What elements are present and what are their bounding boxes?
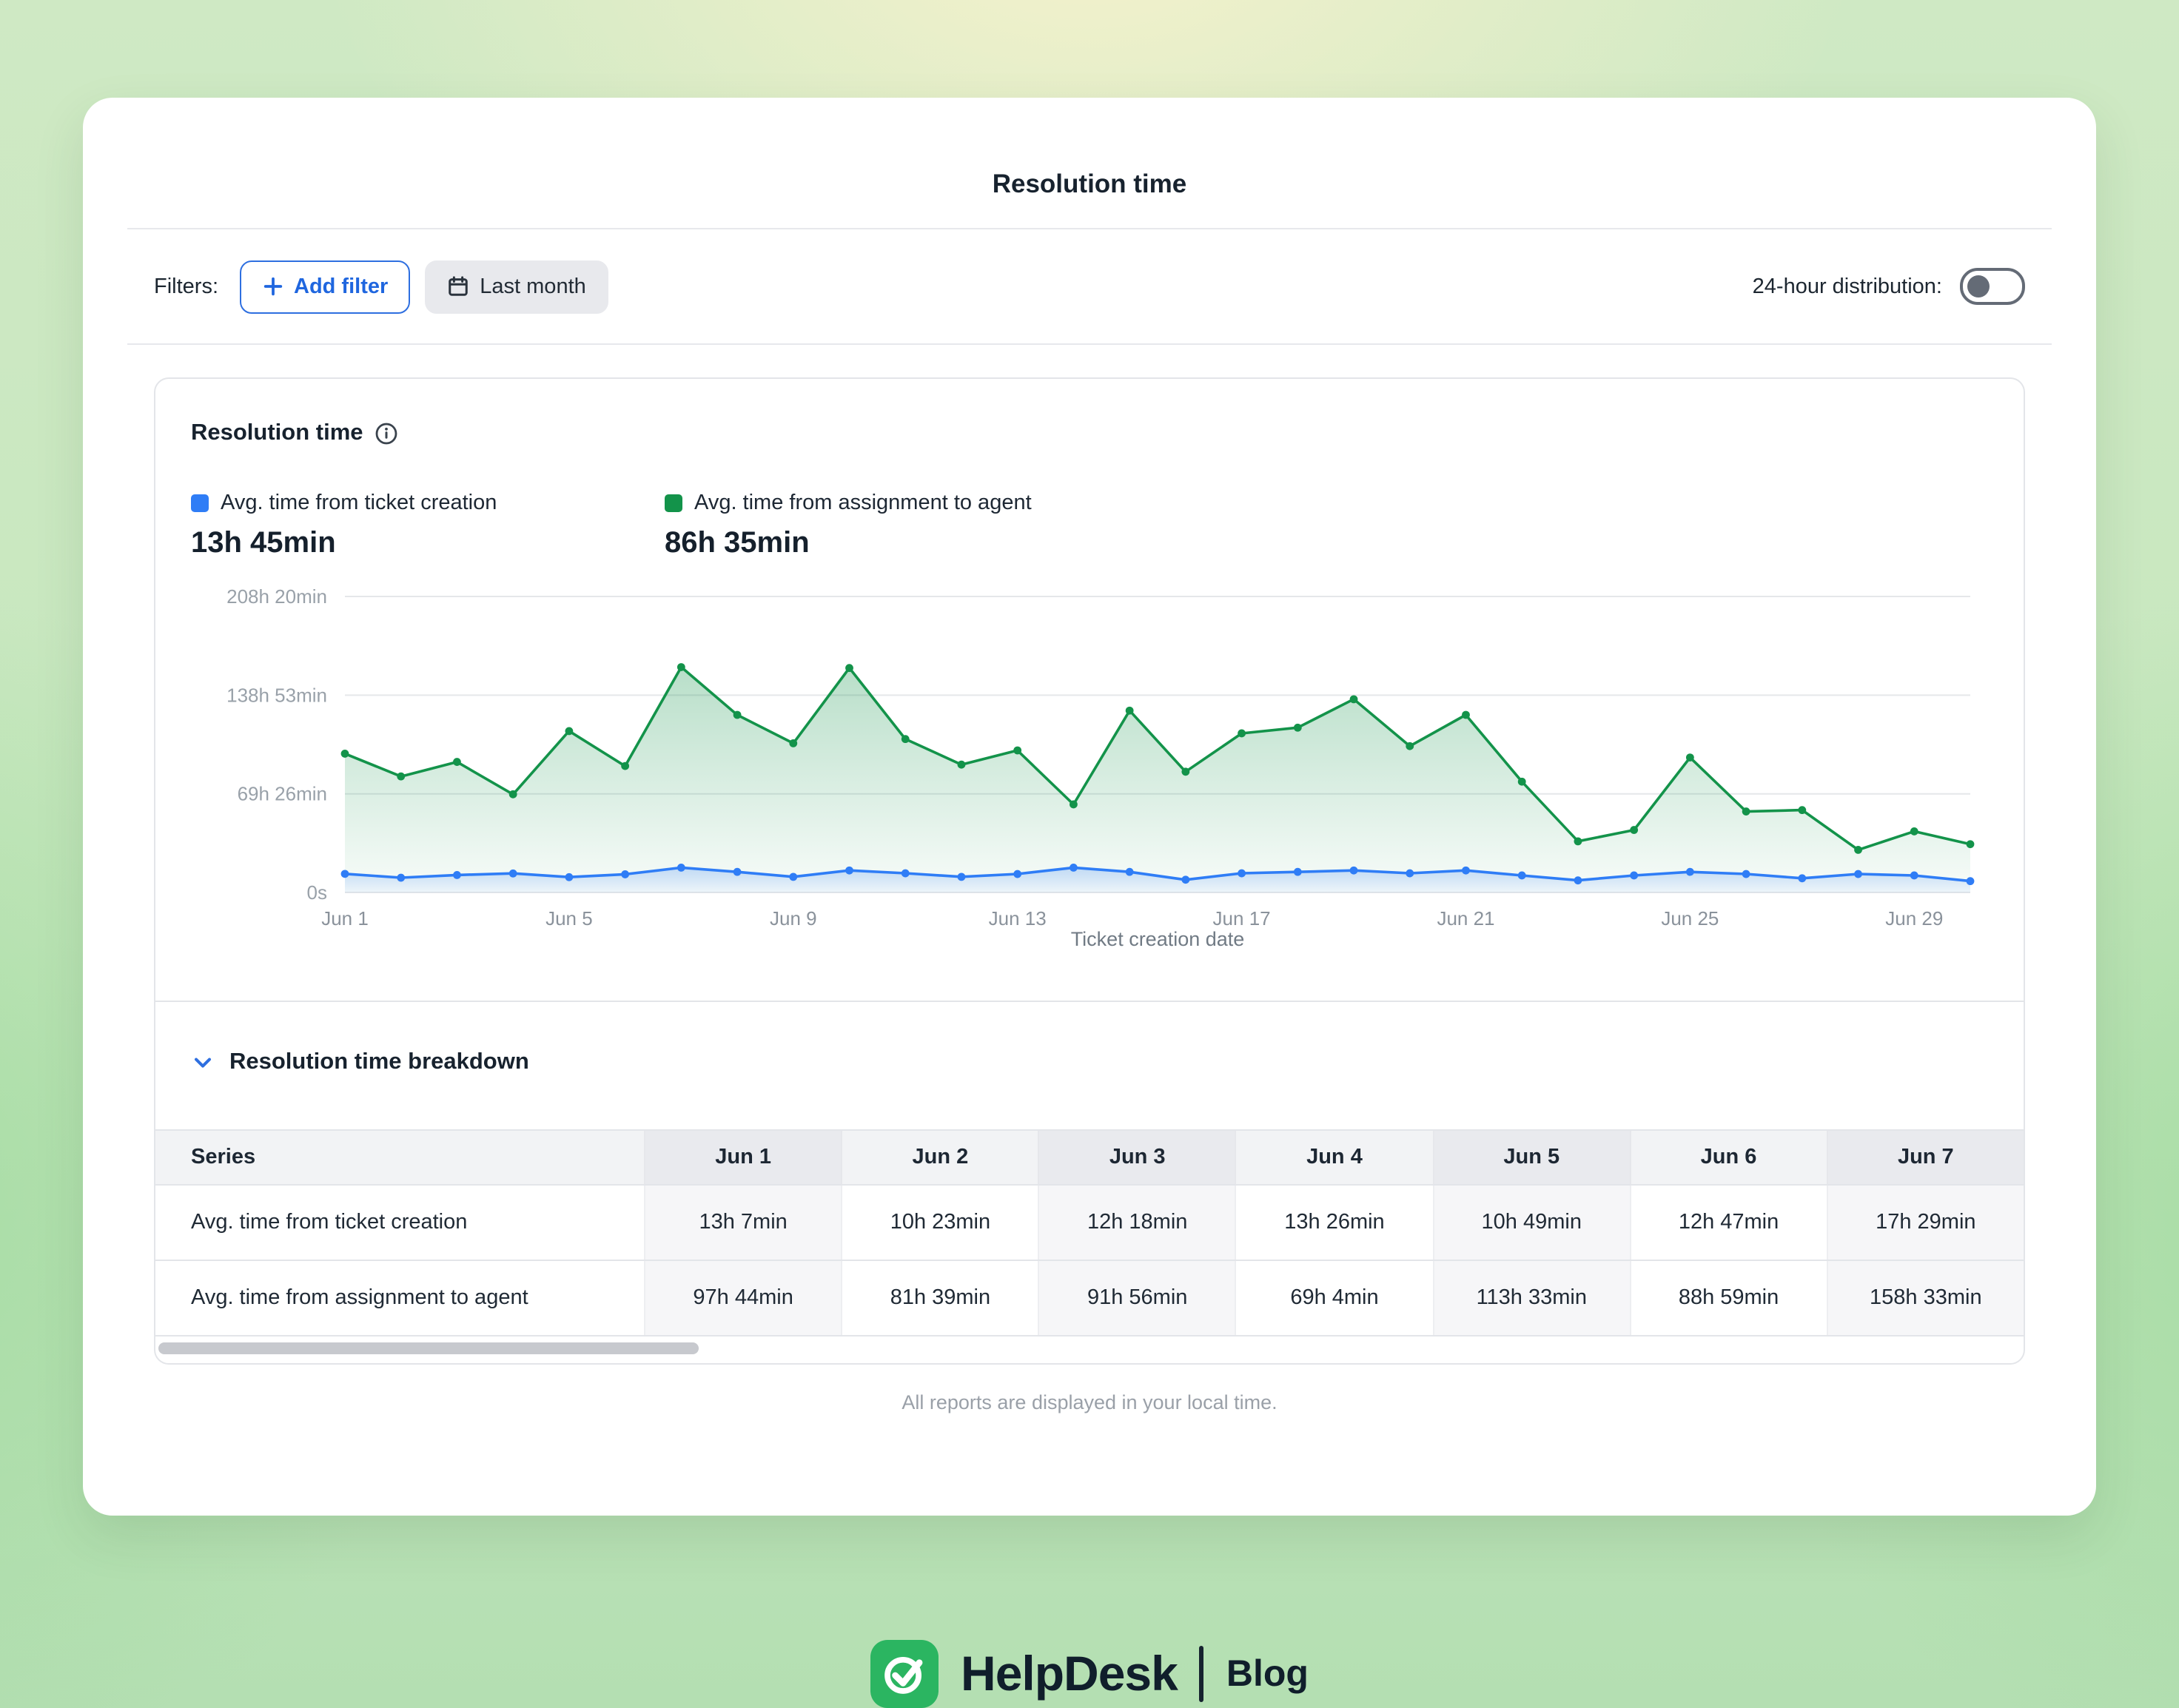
table-header-series: Series (155, 1131, 644, 1184)
page-background: Resolution time Filters: Add filter Last… (0, 0, 2179, 1708)
table-cell: 91h 56min (1038, 1261, 1235, 1335)
breakdown-table: SeriesJun 1Jun 2Jun 3Jun 4Jun 5Jun 6Jun … (155, 1129, 2024, 1337)
breakdown-section-toggle[interactable]: Resolution time breakdown (155, 1002, 2024, 1129)
table-cell: 69h 4min (1235, 1261, 1432, 1335)
resolution-time-chart: 0s 69h 26min 138h 53min 208h 20min Jun 1 Jun … (191, 582, 1991, 955)
table-cell: 10h 49min (1432, 1186, 1629, 1260)
legend-value: 13h 45min (191, 527, 665, 561)
chevron-down-icon (191, 1051, 215, 1075)
table-cell: 97h 44min (644, 1261, 841, 1335)
local-time-note: All reports are displayed in your local … (83, 1391, 2096, 1413)
legend-value: 86h 35min (665, 527, 1138, 561)
panel-title: Resolution time (191, 420, 363, 447)
table-cell: 12h 18min (1038, 1186, 1235, 1260)
svg-text:Jun 5: Jun 5 (545, 907, 593, 929)
plus-icon (261, 275, 283, 297)
chart-legend: Avg. time from ticket creation 13h 45min… (191, 491, 1988, 561)
distribution-toggle[interactable] (1960, 268, 2025, 305)
svg-text:Jun 17: Jun 17 (1213, 907, 1271, 929)
svg-text:Jun 9: Jun 9 (770, 907, 817, 929)
helpdesk-logo-icon (870, 1640, 939, 1708)
brand-suffix: Blog (1226, 1652, 1309, 1695)
distribution-toggle-label: 24-hour distribution: (1753, 275, 1942, 298)
table-cell: 113h 33min (1432, 1261, 1629, 1335)
page-title: Resolution time (83, 98, 2096, 228)
table-header-cell: Jun 6 (1629, 1131, 1826, 1184)
report-card: Resolution time Filters: Add filter Last… (83, 98, 2096, 1516)
svg-text:208h 20min: 208h 20min (226, 585, 327, 608)
legend-item-ticket-creation: Avg. time from ticket creation 13h 45min (191, 491, 665, 561)
table-cell: 12h 47min (1629, 1186, 1826, 1260)
info-icon[interactable] (375, 422, 399, 446)
breakdown-title: Resolution time breakdown (229, 1049, 529, 1076)
table-cell: 13h 26min (1235, 1186, 1432, 1260)
svg-text:Ticket creation date: Ticket creation date (1071, 928, 1245, 950)
table-cell: 88h 59min (1629, 1261, 1826, 1335)
toggle-knob (1967, 275, 1990, 297)
svg-text:Jun 1: Jun 1 (321, 907, 369, 929)
legend-item-assignment: Avg. time from assignment to agent 86h 3… (665, 491, 1138, 561)
table-cell: 13h 7min (644, 1186, 841, 1260)
legend-swatch-green (665, 494, 682, 512)
date-range-button[interactable]: Last month (425, 260, 608, 313)
table-row: Avg. time from assignment to agent97h 44… (155, 1260, 2024, 1335)
svg-text:69h 26min: 69h 26min (238, 783, 327, 805)
brand-name: HelpDesk (961, 1646, 1178, 1702)
table-cell: 17h 29min (1827, 1186, 2024, 1260)
table-header-cell: Jun 4 (1235, 1131, 1432, 1184)
brand-divider (1200, 1646, 1204, 1702)
add-filter-button[interactable]: Add filter (239, 260, 410, 313)
table-row: SeriesJun 1Jun 2Jun 3Jun 4Jun 5Jun 6Jun … (155, 1131, 2024, 1184)
legend-swatch-blue (191, 494, 209, 512)
table-row-label: Avg. time from assignment to agent (155, 1261, 644, 1335)
brand-footer: HelpDesk Blog (0, 1640, 2179, 1708)
table-header-cell: Jun 1 (644, 1131, 841, 1184)
table-header-cell: Jun 2 (841, 1131, 1038, 1184)
legend-label: Avg. time from assignment to agent (694, 491, 1032, 515)
svg-text:138h 53min: 138h 53min (226, 684, 327, 706)
svg-text:Jun 29: Jun 29 (1885, 907, 1943, 929)
table-header-cell: Jun 7 (1827, 1131, 2024, 1184)
filters-bar: Filters: Add filter Last month 24-hour d… (83, 229, 2096, 343)
table-header-cell: Jun 3 (1038, 1131, 1235, 1184)
table-row-label: Avg. time from ticket creation (155, 1186, 644, 1260)
table-cell: 158h 33min (1827, 1261, 2024, 1335)
scrollbar-thumb[interactable] (158, 1342, 699, 1354)
date-range-label: Last month (480, 275, 586, 298)
table-header-cell: Jun 5 (1432, 1131, 1629, 1184)
calendar-icon (447, 275, 469, 297)
svg-text:0s: 0s (307, 881, 327, 904)
horizontal-scrollbar (158, 1341, 2021, 1356)
svg-text:Jun 25: Jun 25 (1661, 907, 1719, 929)
svg-text:Jun 21: Jun 21 (1437, 907, 1494, 929)
add-filter-label: Add filter (294, 275, 388, 298)
table-row: Avg. time from ticket creation13h 7min10… (155, 1184, 2024, 1260)
divider (127, 343, 2052, 345)
resolution-time-panel: Resolution time Avg. time from ticket cr… (154, 377, 2025, 1365)
legend-label: Avg. time from ticket creation (221, 491, 497, 515)
svg-text:Jun 13: Jun 13 (989, 907, 1047, 929)
table-cell: 81h 39min (841, 1261, 1038, 1335)
table-cell: 10h 23min (841, 1186, 1038, 1260)
filters-label: Filters: (154, 275, 218, 298)
